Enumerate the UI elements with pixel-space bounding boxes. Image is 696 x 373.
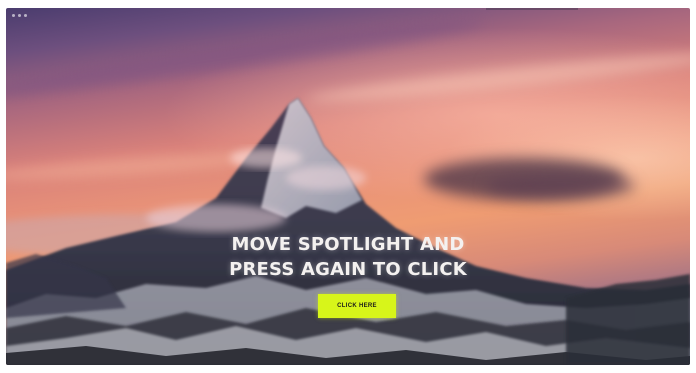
window-dots-icon: [12, 14, 27, 17]
hero-headline-line-2: PRESS AGAIN TO CLICK: [229, 259, 467, 280]
hero-section: MOVE SPOTLIGHT AND PRESS AGAIN TO CLICK …: [6, 8, 690, 365]
top-bar-indicator: [486, 8, 578, 10]
hero-headline: MOVE SPOTLIGHT AND PRESS AGAIN TO CLICK: [6, 232, 690, 282]
hero-headline-line-1: MOVE SPOTLIGHT AND: [231, 234, 465, 255]
click-here-button[interactable]: CLICK HERE: [318, 294, 396, 318]
screenshot-frame: MOVE SPOTLIGHT AND PRESS AGAIN TO CLICK …: [0, 0, 696, 373]
